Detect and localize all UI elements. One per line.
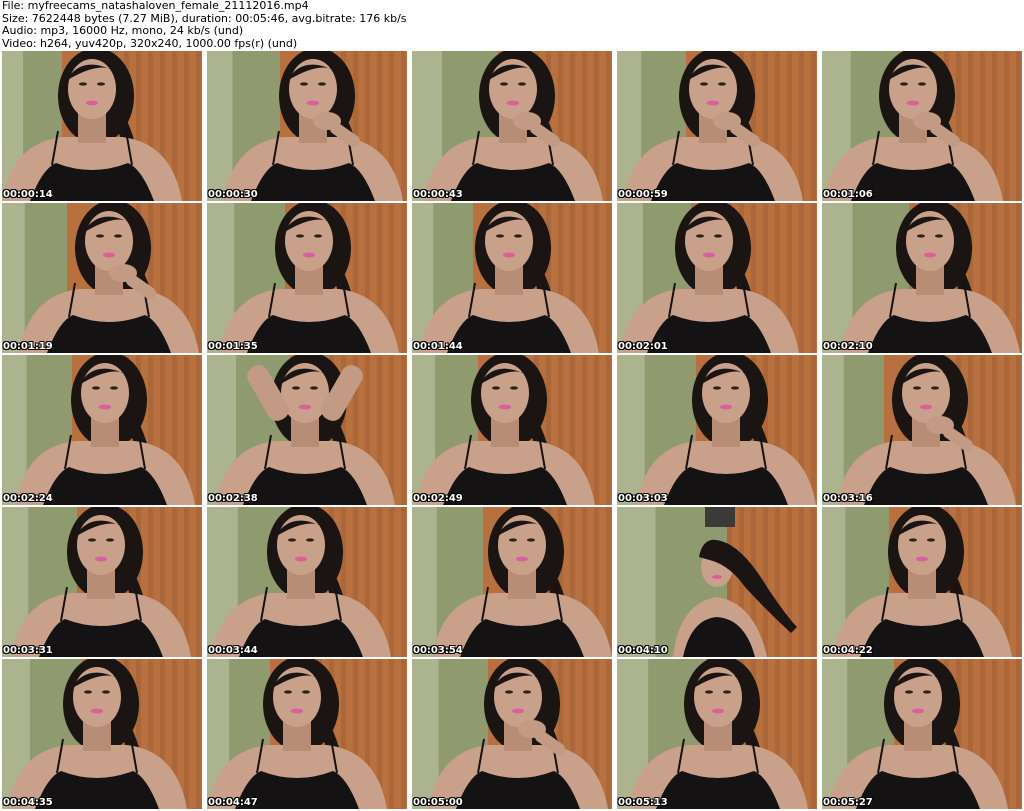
thumbnail-timestamp: 00:01:35 [208, 341, 258, 352]
video-info-line: Video: h264, yuv420p, 320x240, 1000.00 f… [2, 36, 298, 50]
thumbnail-timestamp: 00:02:49 [413, 493, 463, 504]
thumbnail-timestamp: 00:03:54 [413, 645, 463, 656]
webcam-frame-image [617, 203, 817, 353]
file-name-line: File: myfreecams_natashaloven_female_211… [2, 0, 309, 12]
video-thumbnail: 00:05:27 [822, 659, 1022, 809]
audio-info-line: Audio: mp3, 16000 Hz, mono, 24 kb/s (und… [2, 24, 244, 37]
video-thumbnail: 00:02:10 [822, 203, 1022, 353]
video-thumbnail: 00:03:31 [2, 507, 202, 657]
webcam-frame-image [822, 51, 1022, 201]
webcam-frame-image [822, 507, 1022, 657]
webcam-frame-image [412, 203, 612, 353]
file-info-header: File: myfreecams_natashaloven_female_211… [2, 0, 1022, 50]
video-thumbnail: 00:02:49 [412, 355, 612, 505]
thumbnail-timestamp: 00:00:59 [618, 189, 668, 200]
webcam-frame-image [207, 203, 407, 353]
webcam-frame-image [2, 355, 202, 505]
webcam-frame-image [207, 659, 407, 809]
video-thumbnail: 00:04:22 [822, 507, 1022, 657]
thumbnail-timestamp: 00:04:22 [823, 645, 873, 656]
webcam-frame-image [617, 659, 817, 809]
thumbnail-timestamp: 00:02:01 [618, 341, 668, 352]
thumbnail-timestamp: 00:03:31 [3, 645, 53, 656]
video-thumbnail: 00:04:10 [617, 507, 817, 657]
thumbnail-timestamp: 00:05:13 [618, 797, 668, 808]
thumbnail-timestamp: 00:05:00 [413, 797, 463, 808]
webcam-frame-image [2, 203, 202, 353]
video-thumbnail: 00:00:30 [207, 51, 407, 201]
thumbnail-timestamp: 00:02:10 [823, 341, 873, 352]
video-thumbnail: 00:01:06 [822, 51, 1022, 201]
thumbnail-timestamp: 00:01:44 [413, 341, 463, 352]
thumbnail-timestamp: 00:03:03 [618, 493, 668, 504]
webcam-frame-image [2, 51, 202, 201]
video-thumbnail: 00:00:43 [412, 51, 612, 201]
video-thumbnail: 00:03:16 [822, 355, 1022, 505]
webcam-frame-image [822, 203, 1022, 353]
video-thumbnail: 00:01:44 [412, 203, 612, 353]
webcam-frame-image [617, 355, 817, 505]
video-thumbnail: 00:00:14 [2, 51, 202, 201]
webcam-frame-image [207, 51, 407, 201]
webcam-frame-image [2, 659, 202, 809]
thumbnail-timestamp: 00:01:06 [823, 189, 873, 200]
video-thumbnail: 00:00:59 [617, 51, 817, 201]
thumbnail-timestamp: 00:04:35 [3, 797, 53, 808]
thumbnail-timestamp: 00:03:16 [823, 493, 873, 504]
webcam-frame-image [207, 355, 407, 505]
video-thumbnail: 00:02:38 [207, 355, 407, 505]
webcam-frame-image [412, 659, 612, 809]
thumbnail-grid: 00:00:14 00:00:30 00:00:43 00:00:59 00:01:06… [2, 51, 1022, 811]
video-thumbnail: 00:04:47 [207, 659, 407, 809]
thumbnail-timestamp: 00:01:19 [3, 341, 53, 352]
thumbnail-timestamp: 00:00:14 [3, 189, 53, 200]
video-thumbnail: 00:01:19 [2, 203, 202, 353]
thumbnail-timestamp: 00:00:30 [208, 189, 258, 200]
webcam-frame-image [412, 51, 612, 201]
thumbnail-timestamp: 00:02:38 [208, 493, 258, 504]
webcam-frame-image [822, 355, 1022, 505]
video-thumbnail: 00:02:24 [2, 355, 202, 505]
thumbnail-timestamp: 00:04:10 [618, 645, 668, 656]
thumbnail-timestamp: 00:04:47 [208, 797, 258, 808]
video-thumbnail: 00:05:13 [617, 659, 817, 809]
webcam-frame-image [412, 507, 612, 657]
thumbnail-timestamp: 00:03:44 [208, 645, 258, 656]
video-thumbnail: 00:03:44 [207, 507, 407, 657]
video-thumbnail: 00:05:00 [412, 659, 612, 809]
webcam-frame-image [822, 659, 1022, 809]
webcam-frame-image [617, 507, 817, 657]
thumbnail-timestamp: 00:05:27 [823, 797, 873, 808]
video-thumbnail: 00:01:35 [207, 203, 407, 353]
video-thumbnail: 00:02:01 [617, 203, 817, 353]
webcam-frame-image [2, 507, 202, 657]
thumbnail-timestamp: 00:00:43 [413, 189, 463, 200]
webcam-frame-image [412, 355, 612, 505]
webcam-frame-image [207, 507, 407, 657]
video-thumbnail: 00:03:03 [617, 355, 817, 505]
video-thumbnail: 00:04:35 [2, 659, 202, 809]
video-thumbnail: 00:03:54 [412, 507, 612, 657]
thumbnail-timestamp: 00:02:24 [3, 493, 53, 504]
webcam-frame-image [617, 51, 817, 201]
